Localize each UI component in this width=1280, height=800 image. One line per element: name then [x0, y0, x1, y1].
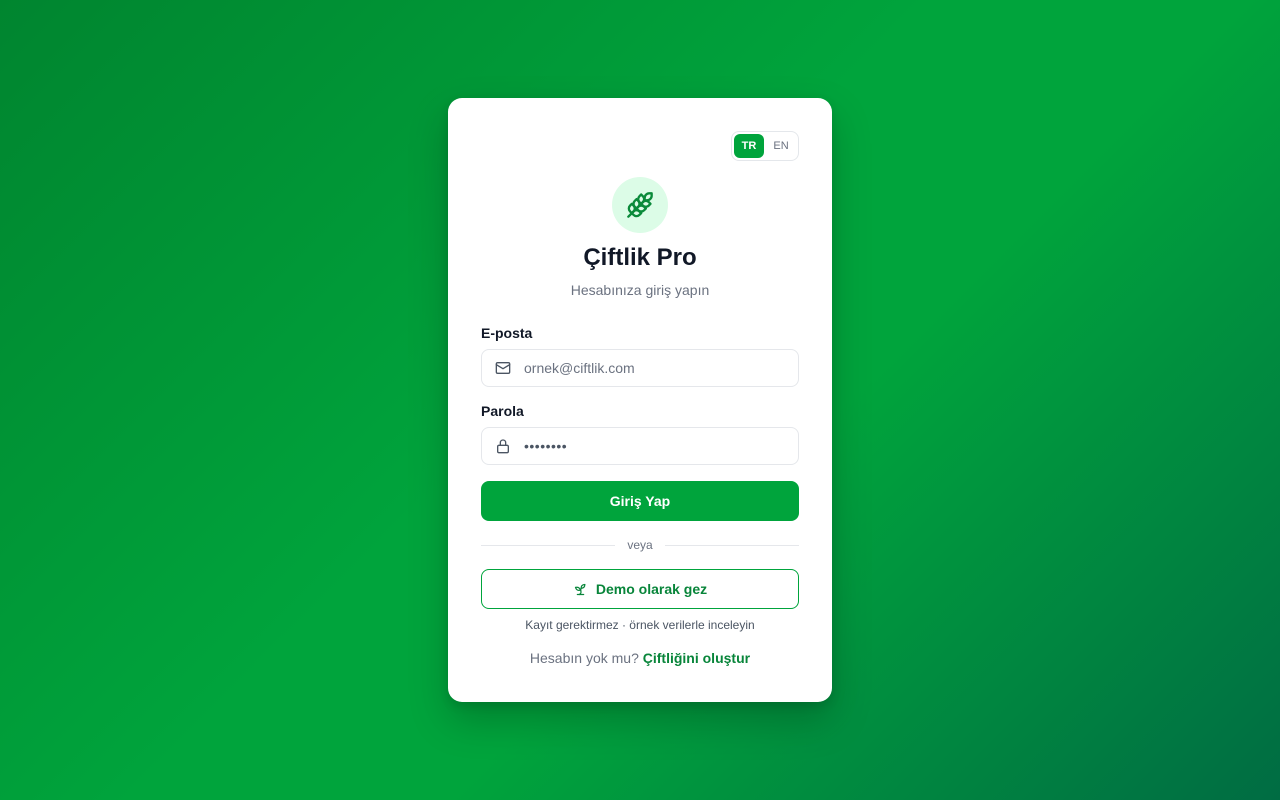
- language-toggle: TR EN: [731, 131, 799, 161]
- password-label: Parola: [481, 403, 524, 419]
- or-divider: veya: [481, 537, 800, 553]
- login-button[interactable]: Giriş Yap: [481, 481, 799, 521]
- page-subtitle: Hesabınıza giriş yapın: [570, 282, 710, 298]
- divider-label: veya: [627, 538, 653, 552]
- divider-line-right: [664, 544, 800, 546]
- create-farm-link[interactable]: Çiftliğini oluştur: [643, 650, 750, 666]
- email-placeholder: ornek@ciftlik.com: [524, 360, 635, 376]
- lang-en-button[interactable]: EN: [766, 134, 796, 158]
- signup-prompt: Hesabın yok mu? Çiftliğini oluştur: [448, 650, 832, 666]
- signup-question: Hesabın yok mu?: [529, 650, 639, 666]
- wheat-icon: [612, 177, 668, 233]
- email-field[interactable]: ornek@ciftlik.com: [481, 349, 799, 387]
- password-value: ••••••••: [524, 438, 568, 454]
- app-title: Çiftlik Pro: [583, 244, 697, 271]
- demo-button-label: Demo olarak gez: [595, 581, 708, 597]
- email-label: E-posta: [481, 325, 533, 341]
- lock-icon: [494, 437, 512, 455]
- divider-line-left: [481, 544, 616, 546]
- demo-note: Kayıt gerektirmez · örnek verilerle ince…: [525, 618, 755, 632]
- lang-tr-button[interactable]: TR: [734, 134, 764, 158]
- password-field[interactable]: ••••••••: [481, 427, 799, 465]
- sprout-icon: [573, 582, 588, 597]
- mail-icon: [494, 359, 512, 377]
- login-card: TR EN Çiftlik Pro Hesabınıza giriş yapın…: [448, 98, 832, 702]
- demo-button[interactable]: Demo olarak gez: [481, 569, 799, 609]
